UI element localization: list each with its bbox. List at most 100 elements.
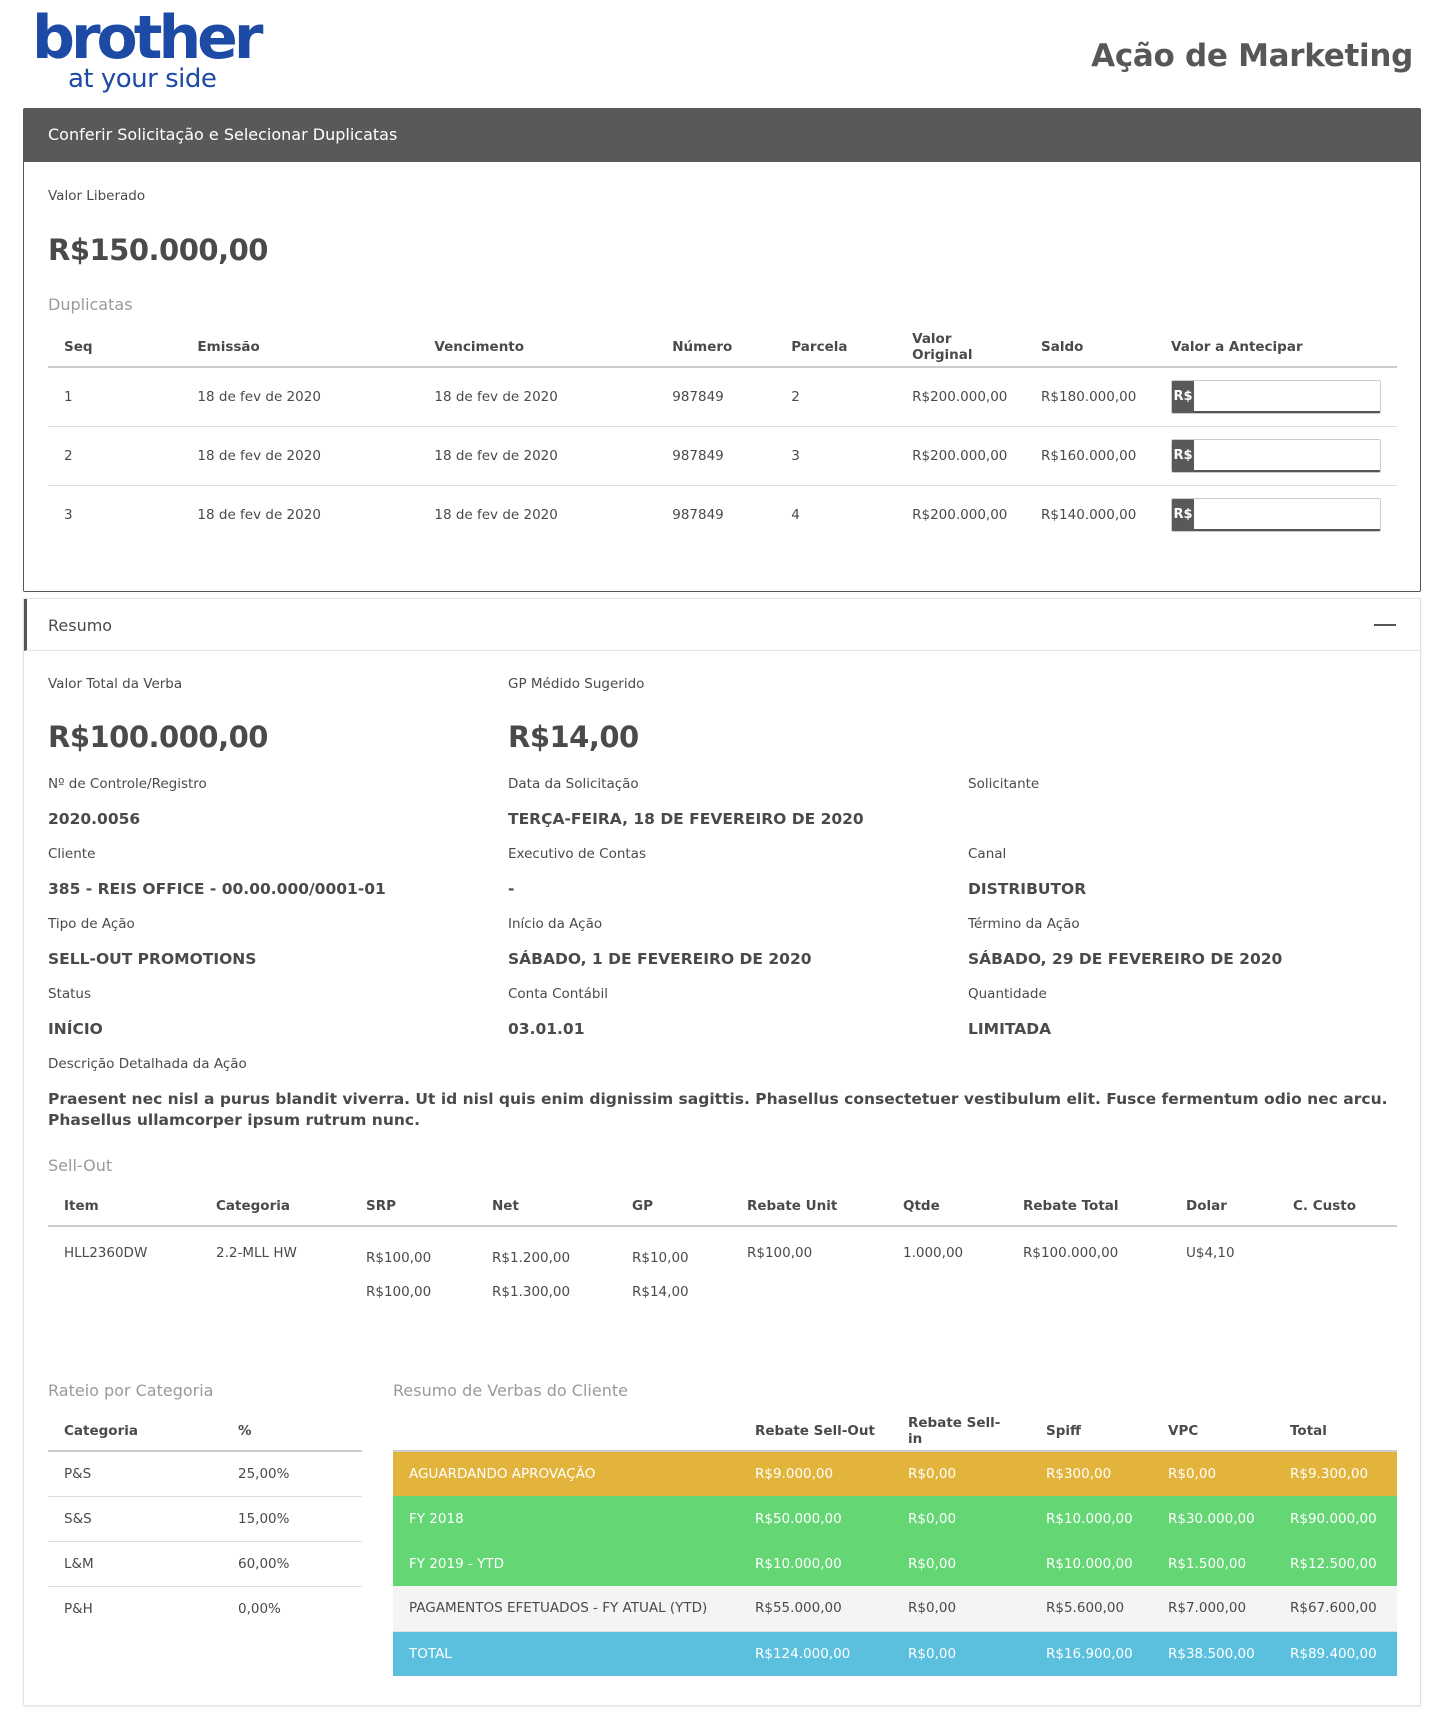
col-rebate-sellout[interactable]: Rebate Sell-Out xyxy=(739,1411,892,1452)
logo-wordmark: brother xyxy=(32,3,263,73)
cell-dolar: U$4,10 xyxy=(1186,1245,1235,1261)
cell-percent: 0,00% xyxy=(238,1600,281,1617)
solicitante-label: Solicitante xyxy=(968,776,1040,792)
col-categoria[interactable]: Categoria xyxy=(200,1186,350,1227)
verbas-header-row: Rebate Sell-Out Rebate Sell-in Spiff VPC… xyxy=(393,1411,1397,1452)
srp-value: R$100,00 xyxy=(366,1284,432,1300)
sellout-table: Item Categoria SRP Net GP Rebate Unit Qt… xyxy=(48,1186,1397,1309)
cell-spiff: R$10.000,00 xyxy=(1030,1541,1152,1586)
cell-rebate-unit: R$100,00 xyxy=(747,1245,813,1261)
duplicatas-table: Seq Emissão Vencimento Número Parcela Va… xyxy=(48,327,1397,544)
cell-numero: 987849 xyxy=(656,426,776,486)
status-value: INÍCIO xyxy=(48,1020,103,1038)
col-srp[interactable]: SRP xyxy=(350,1186,476,1227)
verbas-table: Rebate Sell-Out Rebate Sell-in Spiff VPC… xyxy=(393,1411,1397,1676)
sellout-section-title: Sell-Out xyxy=(48,1156,113,1175)
cell-spiff: R$16.900,00 xyxy=(1030,1631,1152,1676)
col-numero[interactable]: Número xyxy=(656,327,776,368)
col-valor-original[interactable]: Valor Original xyxy=(896,327,1026,368)
cell-valor-original: R$200.000,00 xyxy=(912,506,1008,523)
col-c-custo[interactable]: C. Custo xyxy=(1277,1186,1397,1227)
table-row: S&S 15,00% xyxy=(48,1496,362,1542)
net-value: R$1.200,00 xyxy=(492,1250,571,1266)
sellout-header-row: Item Categoria SRP Net GP Rebate Unit Qt… xyxy=(48,1186,1397,1227)
data-solicitacao-label: Data da Solicitação xyxy=(508,776,639,792)
cell-parcela: 2 xyxy=(775,367,897,427)
cell-spiff: R$5.600,00 xyxy=(1030,1586,1152,1632)
col-parcela[interactable]: Parcela xyxy=(775,327,897,368)
col-rebate-sellin[interactable]: Rebate Sell-in xyxy=(892,1411,1030,1452)
valor-antecipar-input[interactable] xyxy=(1194,498,1380,531)
cell-total: R$90.000,00 xyxy=(1274,1496,1397,1541)
cell-vpc: R$0,00 xyxy=(1152,1451,1274,1496)
valor-liberado-label: Valor Liberado xyxy=(48,188,146,204)
col-categoria[interactable]: Categoria xyxy=(48,1411,222,1452)
table-row: HLL2360DW 2.2-MLL HW R$100,00 R$100,00 R… xyxy=(48,1226,1397,1309)
col-seq[interactable]: Seq xyxy=(48,327,182,368)
cell-emissao: 18 de fev de 2020 xyxy=(181,426,419,486)
cell-vpc: R$38.500,00 xyxy=(1152,1631,1274,1676)
col-percent[interactable]: % xyxy=(222,1411,362,1452)
quantidade-value: LIMITADA xyxy=(968,1020,1052,1038)
cell-srp: R$100,00 R$100,00 xyxy=(350,1226,476,1309)
brother-logo[interactable]: brother at your side xyxy=(32,8,263,98)
col-rebate-total[interactable]: Rebate Total xyxy=(1007,1186,1170,1227)
page-title: Ação de Marketing xyxy=(1091,38,1413,74)
col-qtde[interactable]: Qtde xyxy=(887,1186,1007,1227)
col-dolar[interactable]: Dolar xyxy=(1170,1186,1277,1227)
col-gp[interactable]: GP xyxy=(616,1186,731,1227)
cell-label: FY 2018 xyxy=(393,1496,739,1541)
cell-rebate-sellout: R$124.000,00 xyxy=(739,1631,892,1676)
cliente-value: 385 - REIS OFFICE - 00.00.000/0001-01 xyxy=(48,880,386,898)
cell-net: R$1.200,00 R$1.300,00 xyxy=(476,1226,616,1309)
valor-total-label: Valor Total da Verba xyxy=(48,676,183,692)
col-saldo[interactable]: Saldo xyxy=(1025,327,1155,368)
cell-vencimento: 18 de fev de 2020 xyxy=(418,426,657,486)
cell-label: AGUARDANDO APROVAÇÃO xyxy=(393,1451,739,1496)
srp-value: R$100,00 xyxy=(366,1250,432,1266)
resumo-title: Resumo xyxy=(48,616,113,635)
tipo-acao-value: SELL-OUT PROMOTIONS xyxy=(48,950,257,968)
cell-categoria: L&M xyxy=(48,1541,222,1587)
col-rebate-unit[interactable]: Rebate Unit xyxy=(731,1186,887,1227)
col-vencimento[interactable]: Vencimento xyxy=(418,327,657,368)
descricao-value: Praesent nec nisl a purus blandit viverr… xyxy=(48,1090,1388,1129)
conta-contabil-value: 03.01.01 xyxy=(508,1020,585,1038)
cell-total: R$89.400,00 xyxy=(1274,1631,1397,1676)
cell-rebate-sellin: R$0,00 xyxy=(892,1586,1030,1632)
inicio-acao-value: SÁBADO, 1 DE FEVEREIRO DE 2020 xyxy=(508,950,812,968)
cell-rebate-total: R$100.000,00 xyxy=(1023,1245,1119,1261)
col-vpc[interactable]: VPC xyxy=(1152,1411,1274,1452)
valor-antecipar-input[interactable] xyxy=(1194,439,1380,472)
gp-cell-value: R$10,00 xyxy=(632,1250,689,1266)
cell-rebate-sellin: R$0,00 xyxy=(892,1496,1030,1541)
collapse-icon[interactable] xyxy=(1374,624,1396,626)
resumo-panel-header[interactable]: Resumo xyxy=(24,599,1420,651)
valor-antecipar-input[interactable] xyxy=(1194,380,1380,413)
data-solicitacao-value: TERÇA-FEIRA, 18 DE FEVEREIRO DE 2020 xyxy=(508,810,864,828)
executivo-label: Executivo de Contas xyxy=(508,846,646,862)
cell-valor-original: R$200.000,00 xyxy=(896,426,1026,486)
col-item[interactable]: Item xyxy=(48,1186,200,1227)
page-header: brother at your side Ação de Marketing xyxy=(0,0,1440,108)
table-row: P&H 0,00% xyxy=(48,1586,362,1631)
cell-vencimento: 18 de fev de 2020 xyxy=(418,367,657,427)
col-spiff[interactable]: Spiff xyxy=(1030,1411,1152,1452)
table-row: L&M 60,00% xyxy=(48,1541,362,1587)
cell-gp: R$10,00 R$14,00 xyxy=(616,1226,731,1309)
table-row: 2 18 de fev de 2020 18 de fev de 2020 98… xyxy=(48,426,1397,486)
col-total[interactable]: Total xyxy=(1274,1411,1397,1452)
cell-rebate-sellout: R$55.000,00 xyxy=(739,1586,892,1632)
verba-row-pagamentos: PAGAMENTOS EFETUADOS - FY ATUAL (YTD) R$… xyxy=(393,1586,1397,1632)
col-net[interactable]: Net xyxy=(476,1186,616,1227)
valor-antecipar-input-group: R$ xyxy=(1171,497,1381,532)
col-emissao[interactable]: Emissão xyxy=(181,327,419,368)
conta-contabil-label: Conta Contábil xyxy=(508,986,608,1002)
valor-antecipar-input-group: R$ xyxy=(1171,379,1381,414)
col-valor-antecipar[interactable]: Valor a Antecipar xyxy=(1155,327,1397,368)
rateio-section-title: Rateio por Categoria xyxy=(48,1381,214,1400)
logo-tagline: at your side xyxy=(68,64,217,94)
valor-liberado-value: R$150.000,00 xyxy=(48,233,268,267)
cell-total: R$67.600,00 xyxy=(1274,1586,1397,1632)
verba-row-fy2018: FY 2018 R$50.000,00 R$0,00 R$10.000,00 R… xyxy=(393,1496,1397,1541)
